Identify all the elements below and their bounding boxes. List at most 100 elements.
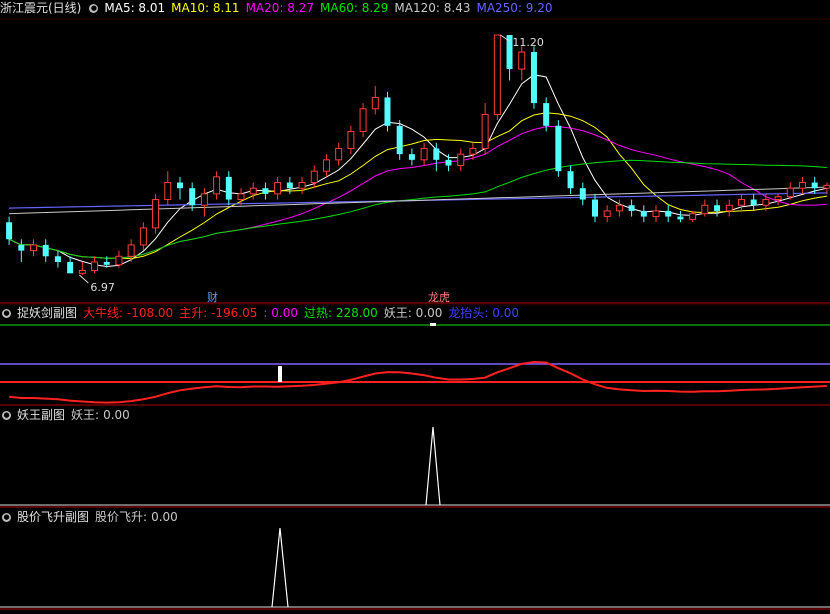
- candle-body-down: [6, 222, 13, 240]
- sub1-legend-item: 大牛线: -108.00: [83, 306, 174, 320]
- ma-legend: MA5: 8.01 MA10: 8.11 MA20: 8.27 MA60: 8.29 M…: [104, 1, 558, 15]
- candle-body-down: [811, 182, 818, 189]
- candle-body-up: [469, 147, 477, 155]
- candle-body-down: [103, 261, 110, 265]
- candle-body-up: [689, 213, 697, 220]
- candle-body-up: [798, 182, 806, 189]
- candle-body-up: [298, 182, 306, 189]
- high-price-label: 11.20: [512, 36, 544, 49]
- candle-body-down: [543, 103, 550, 126]
- candle-body-up: [237, 193, 245, 201]
- ma-legend-item: MA250: 9.20: [476, 1, 553, 15]
- candle-body-down: [591, 199, 598, 217]
- candle-body-down: [628, 205, 635, 211]
- candle-body-down: [225, 176, 232, 200]
- candle-body-up: [249, 187, 257, 195]
- candle-body-up: [78, 269, 86, 274]
- sub1-legend-item: : 0.00: [263, 306, 298, 320]
- candle-body-down: [408, 154, 415, 160]
- candle-body-down: [176, 182, 183, 189]
- yaowang-spike: [425, 426, 441, 506]
- candle-body-up: [615, 204, 623, 212]
- candle-body-up: [725, 204, 733, 212]
- candle-body-up: [518, 51, 526, 70]
- candle-body-down: [396, 125, 403, 155]
- candle-body-up: [139, 227, 147, 246]
- candle-body-down: [433, 148, 440, 160]
- candle-body-up: [213, 176, 221, 195]
- sub1-title: 捉妖剑副图: [17, 306, 78, 320]
- candle-body-up: [152, 199, 160, 229]
- candle-body-up: [481, 113, 489, 149]
- candle-body-up: [347, 130, 355, 149]
- candle-body-down: [677, 216, 684, 220]
- ma-legend-item: MA20: 8.27: [245, 1, 314, 15]
- ma-legend-item: MA5: 8.01: [104, 1, 166, 15]
- sub3-key: 股价飞升: [95, 510, 144, 524]
- sub2-key: 妖王: [71, 408, 96, 422]
- signal-bar: [278, 366, 282, 382]
- candle-body-up: [127, 244, 135, 257]
- candle-body-down: [67, 261, 74, 274]
- sub2-value: 0.00: [103, 408, 130, 422]
- candle-body-up: [762, 199, 770, 206]
- candle-body-down: [530, 52, 537, 104]
- candle-body-up: [274, 182, 282, 195]
- stock-title: 浙江震元(日线): [0, 1, 82, 15]
- signal-mark: [430, 323, 436, 326]
- candle-body-down: [286, 182, 293, 189]
- sub3-header: ● 股价飞升副图 股价飞升: 0.00: [2, 510, 178, 524]
- sub1-legend-item: 妖王: 0.00: [383, 306, 443, 320]
- sub2-header: ● 妖王副图 妖王: 0.00: [2, 408, 130, 422]
- sub3-title: 股价飞升副图: [17, 510, 90, 524]
- candle-body-up: [359, 108, 367, 132]
- collapse-icon[interactable]: ●: [2, 411, 11, 420]
- ma-legend-item: MA120: 8.43: [394, 1, 471, 15]
- candle-body-up: [200, 193, 208, 206]
- candle-body-up: [322, 159, 330, 172]
- sub1-legend-item: 过热: 228.00: [303, 306, 378, 320]
- sub2-title: 妖王副图: [17, 408, 66, 422]
- candle-body-up: [603, 210, 611, 218]
- candle-body-up: [420, 147, 428, 161]
- candle-body-up: [457, 153, 465, 167]
- collapse-icon[interactable]: ●: [2, 309, 11, 318]
- main-chart-header: 浙江震元(日线) ● MA5: 8.01 MA10: 8.11 MA20: 8.27 MA…: [0, 0, 559, 16]
- candle-body-down: [18, 244, 25, 251]
- ma-legend-item: MA10: 8.11: [171, 1, 240, 15]
- candle-body-up: [652, 210, 660, 218]
- ma-line-ma20: [8, 126, 827, 259]
- candle-body-down: [445, 159, 452, 166]
- sub1-legend: 大牛线: -108.00 主升: -196.05 : 0.00 过热: 228.00 妖…: [83, 306, 525, 320]
- candle-body-up: [774, 196, 782, 201]
- candle-body-down: [54, 256, 61, 262]
- candle-body-up: [737, 199, 745, 206]
- candle-body-down: [567, 171, 574, 189]
- collapse-icon[interactable]: ●: [89, 4, 99, 13]
- marker-cai: 财: [207, 290, 218, 304]
- sub1-legend-item: 龙抬头: 0.00: [448, 306, 519, 320]
- candle-body-down: [640, 210, 647, 217]
- collapse-icon[interactable]: ●: [2, 513, 11, 522]
- price-surge-spike: [271, 527, 289, 608]
- candle-body-down: [189, 188, 196, 206]
- candle-body-up: [493, 34, 501, 115]
- candle-body-up: [91, 261, 99, 271]
- candle-body-up: [335, 147, 343, 161]
- candle-body-down: [384, 97, 391, 126]
- candle-body-up: [371, 96, 379, 110]
- candle-body-down: [42, 244, 49, 257]
- candle-body-up: [115, 255, 123, 266]
- candle-body-down: [579, 188, 586, 200]
- candle-body-down: [555, 125, 562, 172]
- candle-body-down: [750, 199, 757, 206]
- candle-body-up: [823, 184, 830, 189]
- candle-body-up: [701, 204, 709, 215]
- candle-body-down: [665, 210, 672, 217]
- sub1-header: ● 捉妖剑副图 大牛线: -108.00 主升: -196.05 : 0.00 过热: 2…: [0, 305, 525, 321]
- low-price-label: 6.97: [90, 281, 115, 294]
- candle-body-down: [714, 205, 721, 211]
- sub1-legend-item: 主升: -196.05: [179, 306, 258, 320]
- candle-body-up: [786, 187, 794, 198]
- candle-body-up: [30, 244, 38, 252]
